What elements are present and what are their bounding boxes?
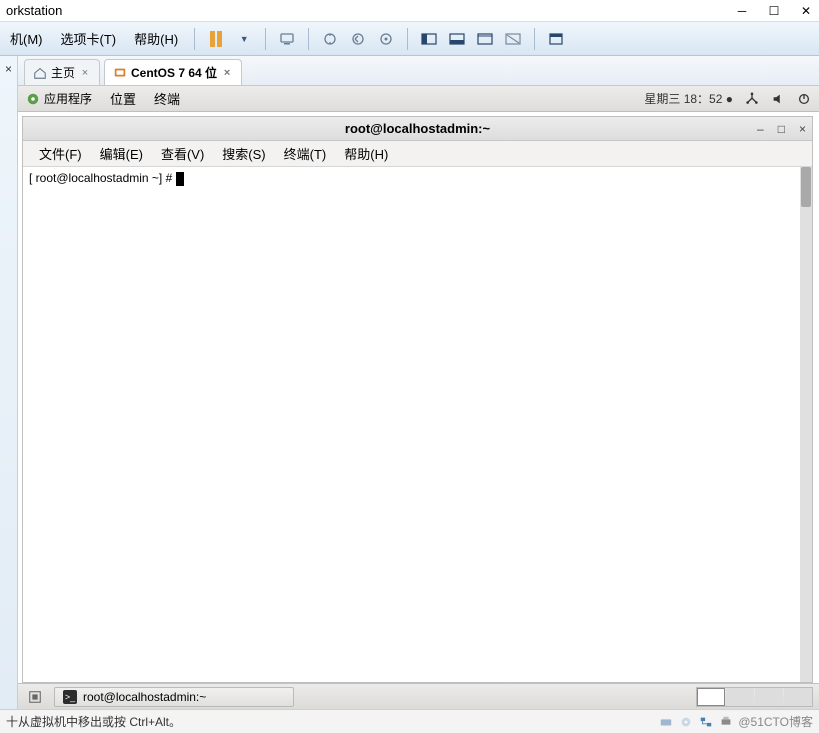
term-maximize-button[interactable]: □: [778, 122, 785, 136]
snapshot-take-icon[interactable]: [319, 28, 341, 50]
gnome-applications-label: 应用程序: [44, 90, 92, 107]
term-menu-file[interactable]: 文件(F): [31, 141, 90, 166]
guest-desktop: 应用程序 位置 终端 星期三 18：52 ●: [18, 86, 819, 709]
library-collapsed[interactable]: ×: [0, 56, 18, 709]
term-menu-help[interactable]: 帮助(H): [336, 141, 396, 166]
terminal-window: root@localhostadmin:~ – □ × 文件(F) 编辑(E) …: [22, 116, 813, 683]
tab-home[interactable]: 主页 ×: [24, 59, 100, 85]
host-title: orkstation: [6, 3, 735, 18]
workspace-3[interactable]: [755, 688, 783, 706]
tray-cd-icon[interactable]: [678, 714, 694, 730]
view-bottombar-icon[interactable]: [446, 28, 468, 50]
gnome-top-panel: 应用程序 位置 终端 星期三 18：52 ●: [18, 86, 819, 112]
apps-icon: [26, 92, 40, 106]
tab-close-icon[interactable]: ×: [79, 67, 91, 79]
maximize-button[interactable]: ☐: [767, 4, 781, 18]
term-menu-view[interactable]: 查看(V): [153, 141, 212, 166]
toolbar-separator: [534, 28, 535, 50]
view-sidebar-icon[interactable]: [418, 28, 440, 50]
workspace-2[interactable]: [726, 688, 754, 706]
gnome-terminal-menu[interactable]: 终端: [154, 89, 180, 108]
terminal-prompt: [ root@localhostadmin ~] #: [29, 171, 176, 185]
terminal-scrollbar[interactable]: [800, 167, 812, 682]
menu-tabs[interactable]: 选项卡(T): [55, 25, 123, 52]
vm-tabstrip: 主页 × CentOS 7 64 位 ×: [18, 56, 819, 86]
host-titlebar: orkstation ─ ☐ ✕: [0, 0, 819, 22]
view-console-icon[interactable]: [545, 28, 567, 50]
workspace-switcher[interactable]: [696, 687, 813, 707]
watermark-text: @51CTO博客: [738, 713, 813, 730]
gnome-places-menu[interactable]: 位置: [110, 89, 136, 108]
gnome-applications-menu[interactable]: 应用程序: [26, 90, 92, 107]
host-menubar: 机(M) 选项卡(T) 帮助(H) ▼: [0, 22, 819, 56]
volume-icon[interactable]: [771, 92, 785, 106]
term-close-button[interactable]: ×: [799, 122, 806, 136]
terminal-icon: >_: [63, 690, 77, 704]
terminal-menubar: 文件(F) 编辑(E) 查看(V) 搜索(S) 终端(T) 帮助(H): [23, 141, 812, 167]
cursor-icon: [176, 172, 184, 186]
tab-home-label: 主页: [51, 64, 75, 81]
tab-centos[interactable]: CentOS 7 64 位 ×: [104, 59, 242, 85]
tray-disk-icon[interactable]: [658, 714, 674, 730]
pause-button[interactable]: [205, 28, 227, 50]
taskbar-terminal-button[interactable]: >_ root@localhostadmin:~: [54, 687, 294, 707]
snapshot-manage-icon[interactable]: [375, 28, 397, 50]
toolbar-separator: [194, 28, 195, 50]
snapshot-revert-icon[interactable]: [347, 28, 369, 50]
vm-icon: [113, 66, 127, 80]
workspace-1[interactable]: [697, 688, 725, 706]
terminal-content[interactable]: [ root@localhostadmin ~] #: [23, 167, 812, 682]
minimize-button[interactable]: ─: [735, 4, 749, 18]
taskbar-terminal-label: root@localhostadmin:~: [83, 690, 206, 704]
tray-printer-icon[interactable]: [718, 714, 734, 730]
workspace-4[interactable]: [784, 688, 812, 706]
tab-centos-label: CentOS 7 64 位: [131, 64, 217, 81]
tab-close-icon[interactable]: ×: [221, 67, 233, 79]
host-statusbar: 十从虚拟机中移出或按 Ctrl+Alt。 @51CTO博客: [0, 709, 819, 733]
term-menu-edit[interactable]: 编辑(E): [92, 141, 151, 166]
gnome-clock[interactable]: 星期三 18：52 ●: [644, 90, 733, 107]
terminal-title: root@localhostadmin:~: [345, 121, 490, 136]
toolbar-separator: [265, 28, 266, 50]
menu-help[interactable]: 帮助(H): [128, 25, 184, 52]
status-hint: 十从虚拟机中移出或按 Ctrl+Alt。: [6, 713, 181, 730]
term-minimize-button[interactable]: –: [757, 122, 764, 136]
network-icon[interactable]: [745, 92, 759, 106]
toolbar-separator: [308, 28, 309, 50]
power-dropdown[interactable]: ▼: [233, 28, 255, 50]
power-icon[interactable]: [797, 92, 811, 106]
view-unity-icon[interactable]: [502, 28, 524, 50]
toolbar-separator: [407, 28, 408, 50]
home-icon: [33, 66, 47, 80]
term-menu-terminal[interactable]: 终端(T): [276, 141, 335, 166]
library-close-icon[interactable]: ×: [5, 62, 12, 76]
close-button[interactable]: ✕: [799, 4, 813, 18]
gnome-taskbar: >_ root@localhostadmin:~: [18, 683, 819, 709]
tray-network-icon[interactable]: [698, 714, 714, 730]
show-desktop-icon[interactable]: [24, 686, 46, 708]
send-ctrl-alt-del-icon[interactable]: [276, 28, 298, 50]
scrollbar-thumb[interactable]: [801, 167, 811, 207]
menu-vm[interactable]: 机(M): [4, 25, 49, 52]
terminal-titlebar[interactable]: root@localhostadmin:~ – □ ×: [23, 117, 812, 141]
term-menu-search[interactable]: 搜索(S): [214, 141, 273, 166]
view-fullscreen-icon[interactable]: [474, 28, 496, 50]
